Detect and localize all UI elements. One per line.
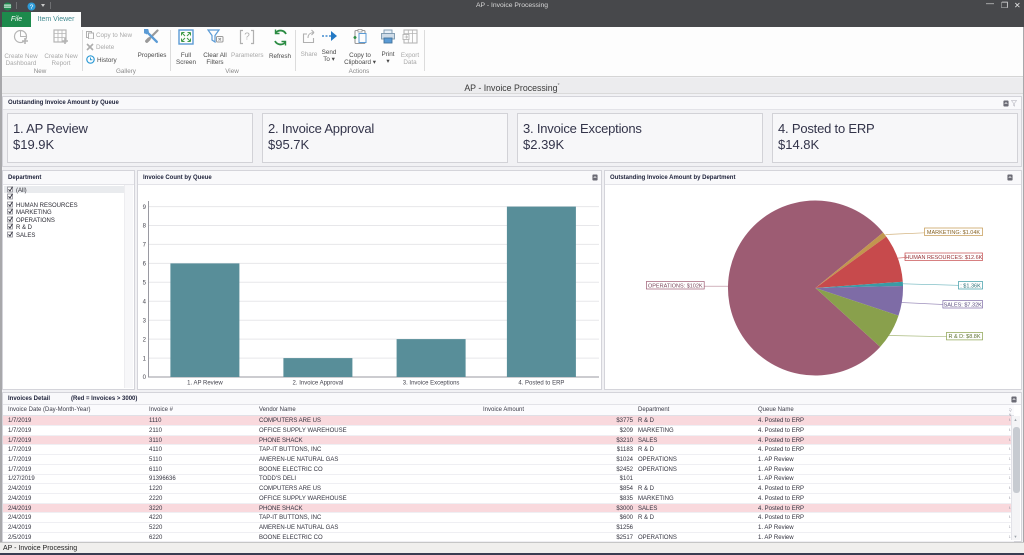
svg-text:?: ? — [244, 32, 250, 43]
svg-text:MARKETING: $1.04K: MARKETING: $1.04K — [927, 230, 981, 236]
svg-text:4. Posted to ERP: 4. Posted to ERP — [518, 381, 564, 387]
svg-text:6: 6 — [143, 262, 147, 268]
svg-text:SALES: $7.32K: SALES: $7.32K — [944, 302, 983, 308]
svg-text:7: 7 — [143, 243, 147, 249]
svg-text:R & D: $8.8K: R & D: $8.8K — [948, 334, 980, 340]
svg-text:8: 8 — [143, 224, 147, 230]
svg-text:2. Invoice Approval: 2. Invoice Approval — [293, 381, 344, 387]
svg-text:1: 1 — [143, 356, 147, 362]
svg-text:3: 3 — [143, 318, 147, 324]
svg-text:HUMAN RESOURCES: $12.6K: HUMAN RESOURCES: $12.6K — [905, 255, 982, 261]
svg-text:OPERATIONS: $102K: OPERATIONS: $102K — [648, 283, 703, 289]
svg-text:4: 4 — [143, 299, 147, 305]
svg-text:9: 9 — [143, 205, 147, 211]
svg-text:: $1.36K: : $1.36K — [960, 283, 981, 289]
svg-text:2: 2 — [143, 337, 147, 343]
svg-text:0: 0 — [143, 375, 147, 381]
svg-text:5: 5 — [143, 281, 147, 287]
svg-text:1. AP Review: 1. AP Review — [187, 381, 223, 387]
svg-text:3. Invoice Exceptions: 3. Invoice Exceptions — [403, 381, 460, 387]
